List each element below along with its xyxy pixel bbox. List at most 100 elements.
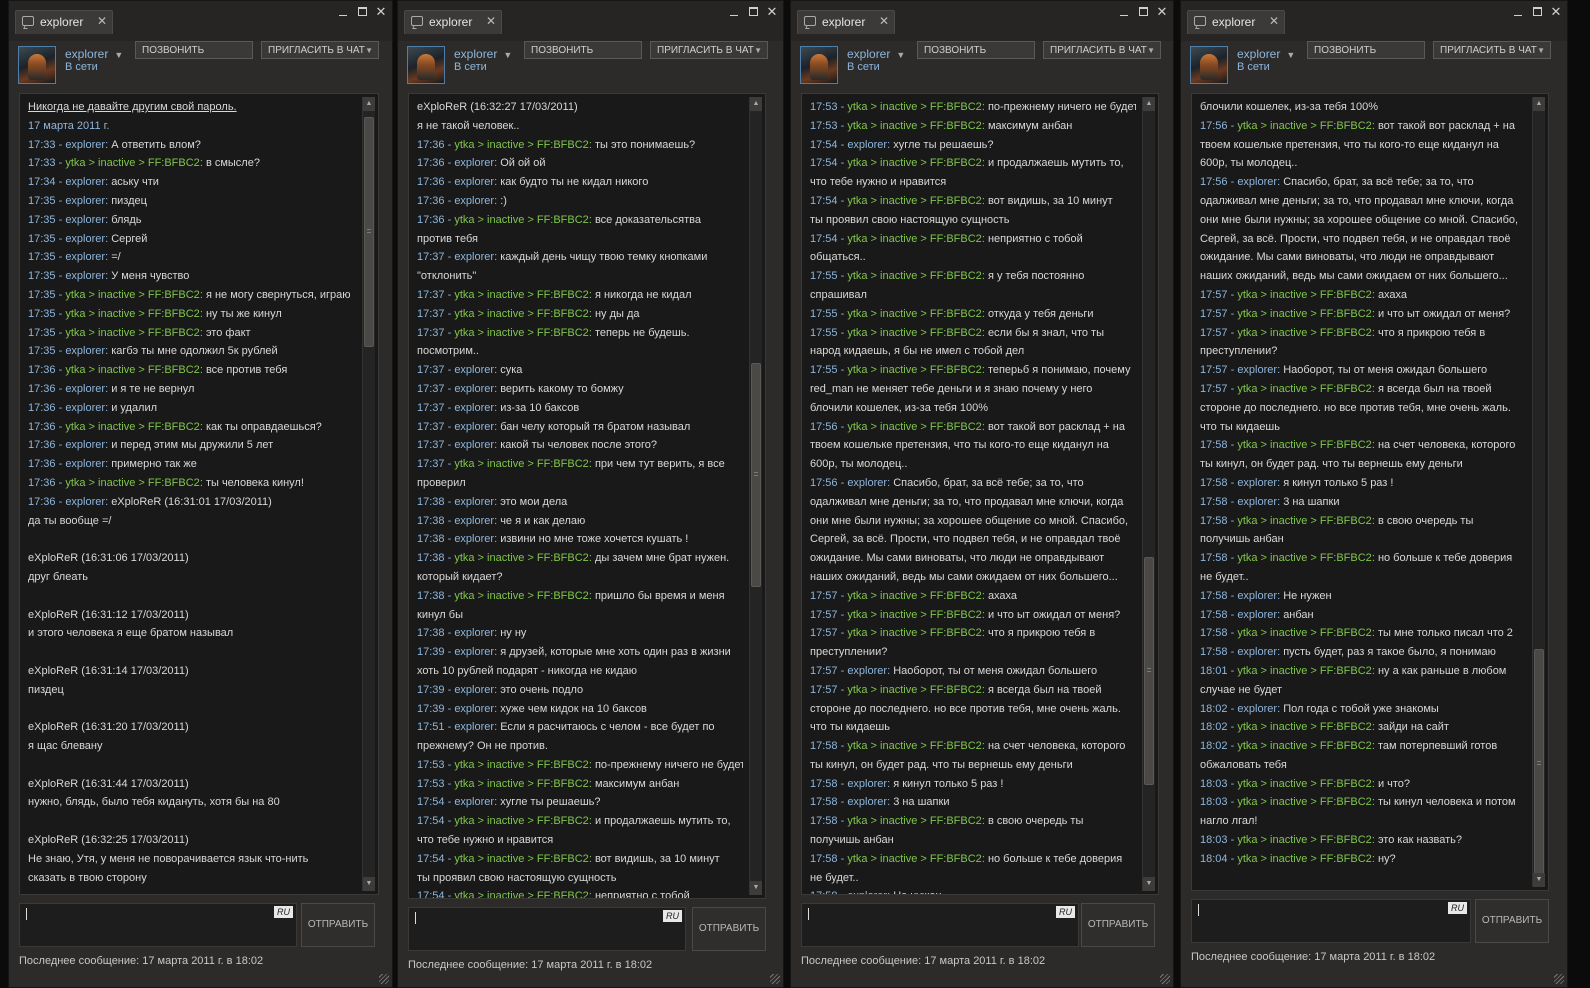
message-author[interactable]: ytka > inactive > FF:BFBC2 (847, 815, 982, 827)
message-author[interactable]: ytka > inactive > FF:BFBC2 (847, 740, 982, 752)
send-button[interactable]: ОТПРАВИТЬ (692, 907, 766, 951)
invite-to-chat-button[interactable]: ПРИГЛАСИТЬ В ЧАТ ▼ (1433, 41, 1551, 59)
message-author[interactable]: ytka > inactive > FF:BFBC2 (65, 421, 200, 433)
message-author[interactable]: explorer (454, 402, 494, 414)
message-author[interactable]: explorer (847, 796, 887, 808)
maximize-icon[interactable] (356, 5, 370, 19)
avatar[interactable] (800, 46, 838, 84)
tab-close-icon[interactable]: ✕ (97, 14, 107, 28)
maximize-icon[interactable] (747, 5, 761, 19)
message-author[interactable]: ytka > inactive > FF:BFBC2 (454, 289, 589, 301)
message-author[interactable]: ytka > inactive > FF:BFBC2 (454, 815, 589, 827)
message-author[interactable]: ytka > inactive > FF:BFBC2 (1237, 834, 1372, 846)
invite-to-chat-button[interactable]: ПРИГЛАСИТЬ В ЧАТ ▼ (1043, 41, 1161, 59)
message-author[interactable]: ytka > inactive > FF:BFBC2 (1237, 308, 1372, 320)
chat-tab[interactable]: explorer ✕ (1187, 10, 1285, 34)
tab-close-icon[interactable]: ✕ (879, 14, 889, 28)
resize-grip-icon[interactable] (379, 974, 389, 984)
message-author[interactable]: explorer (65, 270, 105, 282)
call-button[interactable]: ПОЗВОНИТЬ (524, 41, 642, 59)
scroll-down-icon[interactable]: ▼ (750, 881, 762, 895)
message-author[interactable]: explorer (454, 515, 494, 527)
scrollbar-thumb[interactable] (751, 363, 761, 587)
friend-name[interactable]: explorer ▼ (1237, 47, 1295, 61)
message-author[interactable]: ytka > inactive > FF:BFBC2 (65, 364, 200, 376)
message-author[interactable]: explorer (65, 402, 105, 414)
message-author[interactable]: explorer (1237, 477, 1277, 489)
message-input[interactable]: RU (408, 907, 686, 951)
chevron-down-icon[interactable]: ▼ (503, 50, 512, 60)
scrollbar[interactable]: ▲ ▼ (362, 97, 375, 891)
message-author[interactable]: ytka > inactive > FF:BFBC2 (65, 308, 200, 320)
message-author[interactable]: explorer (1237, 176, 1277, 188)
message-author[interactable]: explorer (65, 195, 105, 207)
scroll-up-icon[interactable]: ▲ (1533, 97, 1545, 111)
message-author[interactable]: ytka > inactive > FF:BFBC2 (1237, 552, 1372, 564)
message-author[interactable]: ytka > inactive > FF:BFBC2 (1237, 665, 1372, 677)
message-author[interactable]: ytka > inactive > FF:BFBC2 (1237, 383, 1372, 395)
message-author[interactable]: ytka > inactive > FF:BFBC2 (454, 890, 589, 898)
avatar[interactable] (18, 46, 56, 84)
message-author[interactable]: ytka > inactive > FF:BFBC2 (847, 233, 982, 245)
message-author[interactable]: ytka > inactive > FF:BFBC2 (454, 139, 589, 151)
message-author[interactable]: explorer (65, 345, 105, 357)
message-author[interactable]: explorer (65, 214, 105, 226)
message-author[interactable]: ytka > inactive > FF:BFBC2 (454, 778, 589, 790)
chat-history[interactable]: eXploReR (16:32:27 17/03/2011) я не такой… (408, 93, 766, 899)
message-author[interactable]: ytka > inactive > FF:BFBC2 (847, 853, 982, 865)
message-author[interactable]: explorer (454, 157, 494, 169)
message-author[interactable]: explorer (847, 139, 887, 151)
scrollbar[interactable]: ▲ ▼ (1532, 97, 1545, 887)
message-author[interactable]: ytka > inactive > FF:BFBC2 (1237, 327, 1372, 339)
invite-to-chat-button[interactable]: ПРИГЛАСИТЬ В ЧАТ ▼ (261, 41, 379, 59)
chevron-down-icon[interactable]: ▼ (1286, 50, 1295, 60)
message-author[interactable]: ytka > inactive > FF:BFBC2 (847, 327, 982, 339)
maximize-icon[interactable] (1137, 5, 1151, 19)
message-author[interactable]: explorer (1237, 364, 1277, 376)
message-author[interactable]: ytka > inactive > FF:BFBC2 (65, 289, 200, 301)
message-author[interactable]: ytka > inactive > FF:BFBC2 (847, 308, 982, 320)
message-author[interactable]: explorer (1237, 590, 1277, 602)
close-icon[interactable]: ✕ (374, 5, 388, 19)
resize-grip-icon[interactable] (1160, 974, 1170, 984)
message-author[interactable]: ytka > inactive > FF:BFBC2 (847, 421, 982, 433)
message-author[interactable]: ytka > inactive > FF:BFBC2 (454, 327, 589, 339)
message-author[interactable]: explorer (454, 383, 494, 395)
message-author[interactable]: ytka > inactive > FF:BFBC2 (847, 627, 982, 639)
minimize-icon[interactable] (727, 5, 741, 19)
message-author[interactable]: ytka > inactive > FF:BFBC2 (454, 759, 589, 771)
message-author[interactable]: ytka > inactive > FF:BFBC2 (847, 101, 982, 113)
message-author[interactable]: explorer (454, 721, 494, 733)
scrollbar[interactable]: ▲ ▼ (1142, 97, 1155, 891)
message-author[interactable]: explorer (454, 195, 494, 207)
message-author[interactable]: explorer (65, 139, 105, 151)
message-author[interactable]: ytka > inactive > FF:BFBC2 (847, 270, 982, 282)
send-button[interactable]: ОТПРАВИТЬ (301, 903, 375, 947)
close-icon[interactable]: ✕ (765, 5, 779, 19)
message-author[interactable]: explorer (454, 703, 494, 715)
close-icon[interactable]: ✕ (1155, 5, 1169, 19)
message-author[interactable]: explorer (847, 665, 887, 677)
message-author[interactable]: ytka > inactive > FF:BFBC2 (65, 477, 200, 489)
message-author[interactable]: explorer (454, 364, 494, 376)
message-author[interactable]: explorer (1237, 646, 1277, 658)
message-author[interactable]: ytka > inactive > FF:BFBC2 (847, 195, 982, 207)
message-author[interactable]: ytka > inactive > FF:BFBC2 (65, 157, 200, 169)
message-author[interactable]: explorer (1237, 496, 1277, 508)
chat-tab[interactable]: explorer ✕ (15, 10, 113, 34)
minimize-icon[interactable] (1117, 5, 1131, 19)
scrollbar[interactable]: ▲ ▼ (749, 97, 762, 895)
message-author[interactable]: explorer (65, 496, 105, 508)
tab-close-icon[interactable]: ✕ (1269, 14, 1279, 28)
maximize-icon[interactable] (1531, 5, 1545, 19)
message-author[interactable]: ytka > inactive > FF:BFBC2 (1237, 289, 1372, 301)
message-author[interactable]: explorer (1237, 703, 1277, 715)
message-author[interactable]: ytka > inactive > FF:BFBC2 (847, 157, 982, 169)
chevron-down-icon[interactable]: ▼ (896, 50, 905, 60)
message-author[interactable]: ytka > inactive > FF:BFBC2 (454, 590, 589, 602)
message-author[interactable]: ytka > inactive > FF:BFBC2 (1237, 740, 1372, 752)
chat-history[interactable]: Никогда не давайте другим свой пароль. 17… (19, 93, 379, 895)
title-bar[interactable]: explorer ✕ ✕ (791, 1, 1173, 41)
message-author[interactable]: ytka > inactive > FF:BFBC2 (1237, 627, 1372, 639)
message-author[interactable]: explorer (454, 496, 494, 508)
